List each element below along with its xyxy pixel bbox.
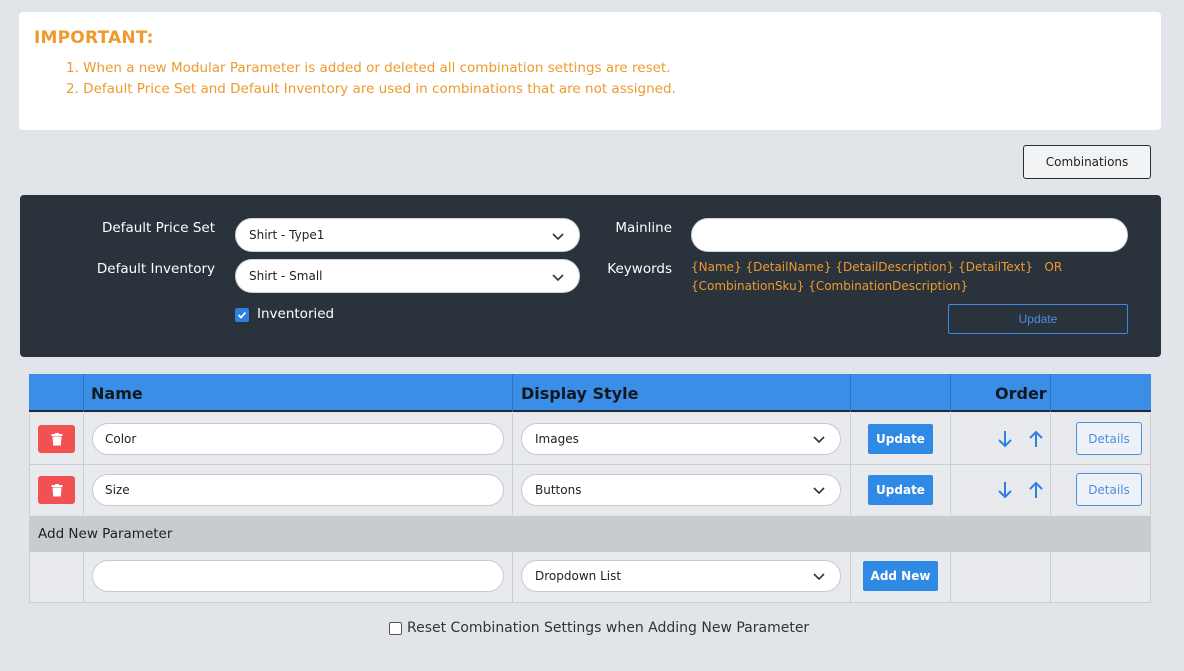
trash-icon: [51, 432, 62, 445]
new-display-style-value: Dropdown List: [535, 569, 622, 583]
new-name-input[interactable]: [92, 560, 504, 592]
reset-combination-label: Reset Combination Settings when Adding N…: [407, 620, 810, 636]
new-parameter-row: Dropdown List Add New: [29, 552, 1151, 602]
default-price-set-value: Shirt - Type1: [249, 228, 325, 242]
default-inventory-select[interactable]: Shirt - Small: [235, 259, 580, 293]
chevron-down-icon: [813, 573, 825, 581]
add-new-button[interactable]: Add New: [863, 561, 938, 591]
mainline-label: Mainline: [615, 220, 672, 236]
header-name: Name: [91, 383, 143, 403]
delete-button[interactable]: [38, 425, 75, 453]
display-style-select[interactable]: Buttons: [521, 474, 841, 506]
default-inventory-value: Shirt - Small: [249, 269, 323, 283]
table-header: Name Display Style Order: [29, 374, 1151, 412]
notice-item: 1. When a new Modular Parameter is added…: [66, 60, 671, 76]
header-order: Order: [995, 383, 1047, 403]
default-price-set-label: Default Price Set: [101, 220, 215, 236]
name-value: Size: [105, 483, 130, 497]
arrow-down-icon[interactable]: [997, 430, 1013, 448]
inventoried-label: Inventoried: [257, 306, 335, 322]
notice-list: 1. When a new Modular Parameter is added…: [66, 58, 676, 100]
header-display-style: Display Style: [521, 383, 639, 403]
notice-title: IMPORTANT:: [34, 28, 154, 48]
important-notice: IMPORTANT: 1. When a new Modular Paramet…: [19, 12, 1161, 130]
notice-item: 2. Default Price Set and Default Invento…: [66, 81, 676, 97]
arrow-up-icon[interactable]: [1028, 481, 1044, 499]
chevron-down-icon: [552, 233, 564, 241]
mainline-input[interactable]: [691, 218, 1128, 252]
check-icon: [237, 311, 247, 319]
arrow-up-icon[interactable]: [1028, 430, 1044, 448]
delete-button[interactable]: [38, 476, 75, 504]
keywords-label: Keywords: [607, 261, 672, 277]
arrow-down-icon[interactable]: [997, 481, 1013, 499]
keywords-text: {Name} {DetailName} {DetailDescription} …: [691, 258, 1062, 296]
row-update-button[interactable]: Update: [868, 475, 933, 505]
settings-update-button[interactable]: Update: [948, 304, 1128, 334]
details-button[interactable]: Details: [1076, 473, 1142, 506]
combinations-button[interactable]: Combinations: [1023, 145, 1151, 179]
name-input[interactable]: Size: [92, 474, 504, 506]
default-price-set-select[interactable]: Shirt - Type1: [235, 218, 580, 252]
add-new-parameter-section: Add New Parameter: [29, 516, 1151, 552]
new-display-style-select[interactable]: Dropdown List: [521, 560, 841, 592]
display-style-value: Buttons: [535, 483, 582, 497]
trash-icon: [51, 483, 62, 496]
default-inventory-label: Default Inventory: [96, 261, 215, 277]
name-value: Color: [105, 432, 137, 446]
row-update-button[interactable]: Update: [868, 424, 933, 454]
details-button[interactable]: Details: [1076, 422, 1142, 455]
display-style-value: Images: [535, 432, 579, 446]
inventoried-checkbox[interactable]: [235, 308, 249, 322]
keywords-line: {CombinationSku} {CombinationDescription…: [691, 279, 969, 293]
chevron-down-icon: [813, 487, 825, 495]
reset-combination-checkbox[interactable]: [389, 621, 402, 635]
reset-combination-option[interactable]: Reset Combination Settings when Adding N…: [389, 620, 809, 636]
chevron-down-icon: [552, 274, 564, 282]
name-input[interactable]: Color: [92, 423, 504, 455]
table-row: Size Buttons Update Details: [29, 465, 1151, 515]
display-style-select[interactable]: Images: [521, 423, 841, 455]
chevron-down-icon: [813, 436, 825, 444]
table-row: Color Images Update Details: [29, 414, 1151, 464]
keywords-line: {Name} {DetailName} {DetailDescription} …: [691, 260, 1063, 274]
